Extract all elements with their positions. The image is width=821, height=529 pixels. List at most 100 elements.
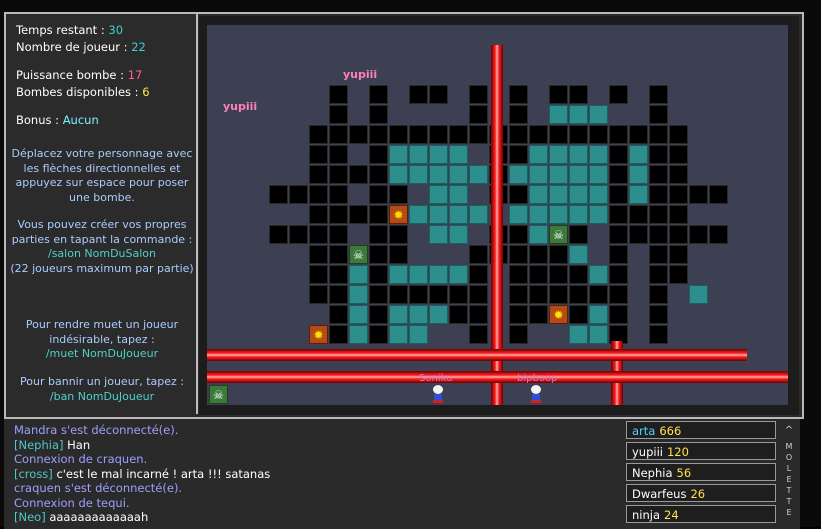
breakable-block (429, 305, 448, 324)
wall-block (629, 125, 648, 144)
wall-block (289, 225, 308, 244)
breakable-block (549, 105, 568, 124)
wall-block (509, 85, 528, 104)
help-create-text: Vous pouvez créer vos propres parties en… (11, 218, 193, 246)
breakable-block (449, 205, 468, 224)
breakable-block (409, 145, 428, 164)
wall-block (509, 105, 528, 124)
chat-message-text: Han (63, 437, 91, 452)
explosion-beam (207, 371, 788, 383)
wall-block (649, 285, 668, 304)
breakable-block (449, 185, 468, 204)
wall-block (389, 125, 408, 144)
wall-block (329, 125, 348, 144)
breakable-block (409, 165, 428, 184)
wall-block (349, 165, 368, 184)
bombs-available-label: Bombes disponibles : (16, 85, 143, 99)
breakable-block (429, 205, 448, 224)
breakable-block (389, 145, 408, 164)
game-area[interactable]: ✹ ☠ ☠ ✹ ✹ ☠ yupiii yupiii Soniku bipboop (199, 16, 799, 415)
wall-block (609, 85, 628, 104)
bomb-bonus-icon: ✹ (549, 305, 568, 324)
chat-log: Mandra s'est déconnecté(e). [Nephia] Han C… (14, 423, 624, 525)
wall-block (329, 265, 348, 284)
wall-block (669, 185, 688, 204)
breakable-block (569, 165, 588, 184)
scoreboard-row: Nephia 56 (626, 463, 776, 481)
scroll-tab[interactable]: ^ MOLETTE (782, 421, 796, 526)
chat-system-text: Mandra s'est déconnecté(e). (14, 423, 179, 437)
info-panel: Temps restant : 30 Nombre de joueur : 22… (6, 14, 198, 414)
wall-block (469, 325, 488, 344)
chat-message-text: aaaaaaaaaaaaah (45, 510, 149, 524)
breakable-block (529, 225, 548, 244)
help-mute-command: /muet NomDuJoueur (45, 347, 159, 361)
skull-icon: ☠ (349, 245, 368, 264)
bomb-bonus-icon: ✹ (309, 325, 328, 344)
player-count-value: 22 (131, 40, 146, 54)
wall-block (609, 245, 628, 264)
breakable-block (549, 165, 568, 184)
breakable-block (349, 305, 368, 324)
help-mute: Pour rendre muet un joueur indésirable, … (8, 318, 196, 362)
chat-username: [Neo] (14, 510, 46, 524)
wall-block (389, 225, 408, 244)
chat-line: [cross] c'est le mal incarné ! arta !!! … (14, 467, 624, 482)
wall-block (409, 125, 428, 144)
wall-block (689, 185, 708, 204)
help-mute-text: Pour rendre muet un joueur indésirable, … (25, 318, 179, 346)
wall-block (529, 125, 548, 144)
chat-line: Mandra s'est déconnecté(e). (14, 423, 624, 438)
bomb-power-label: Puissance bombe : (16, 68, 128, 82)
breakable-block (569, 185, 588, 204)
scroll-tab-label: MOLETTE (785, 442, 793, 517)
wall-block (369, 125, 388, 144)
wall-block (649, 85, 668, 104)
wall-block (409, 285, 428, 304)
score-player-name: Nephia (632, 466, 673, 480)
wall-block (569, 285, 588, 304)
score-player-name: Dwarfeus (632, 487, 687, 501)
wall-block (349, 205, 368, 224)
wall-block (569, 125, 588, 144)
chat-line: [Neo] aaaaaaaaaaaaah (14, 510, 624, 525)
breakable-block (529, 205, 548, 224)
breakable-block (389, 325, 408, 344)
breakable-block (449, 145, 468, 164)
player-count: Nombre de joueur : 22 (16, 39, 146, 56)
breakable-block (409, 305, 428, 324)
breakable-block (509, 205, 528, 224)
score-points: 666 (659, 424, 682, 438)
game-board[interactable]: ✹ ☠ ☠ ✹ ✹ ☠ yupiii yupiii Soniku bipboop (207, 25, 788, 405)
help-ban-text: Pour bannir un joueur, tapez : (20, 375, 184, 388)
wall-block (329, 165, 348, 184)
breakable-block (589, 105, 608, 124)
wall-block (469, 285, 488, 304)
wall-block (709, 225, 728, 244)
wall-block (709, 185, 728, 204)
wall-block (649, 245, 668, 264)
wall-block (569, 265, 588, 284)
breakable-block (349, 325, 368, 344)
wall-block (649, 205, 668, 224)
wall-block (469, 105, 488, 124)
skull-icon: ☠ (549, 225, 568, 244)
wall-block (369, 225, 388, 244)
breakable-block (449, 225, 468, 244)
bottom-panel: Mandra s'est déconnecté(e). [Nephia] Han C… (4, 417, 800, 529)
scoreboard-row: Dwarfeus 26 (626, 484, 776, 502)
wall-block (509, 325, 528, 344)
wall-block (369, 245, 388, 264)
wall-block (509, 285, 528, 304)
wall-block (609, 125, 628, 144)
breakable-block (429, 225, 448, 244)
wall-block (649, 185, 668, 204)
breakable-block (589, 325, 608, 344)
chat-username: [Nephia] (14, 437, 64, 452)
wall-block (389, 245, 408, 264)
scoreboard-row: arta 666 (626, 421, 776, 439)
wall-block (369, 285, 388, 304)
wall-block (369, 325, 388, 344)
wall-block (529, 265, 548, 284)
wall-block (589, 285, 608, 304)
